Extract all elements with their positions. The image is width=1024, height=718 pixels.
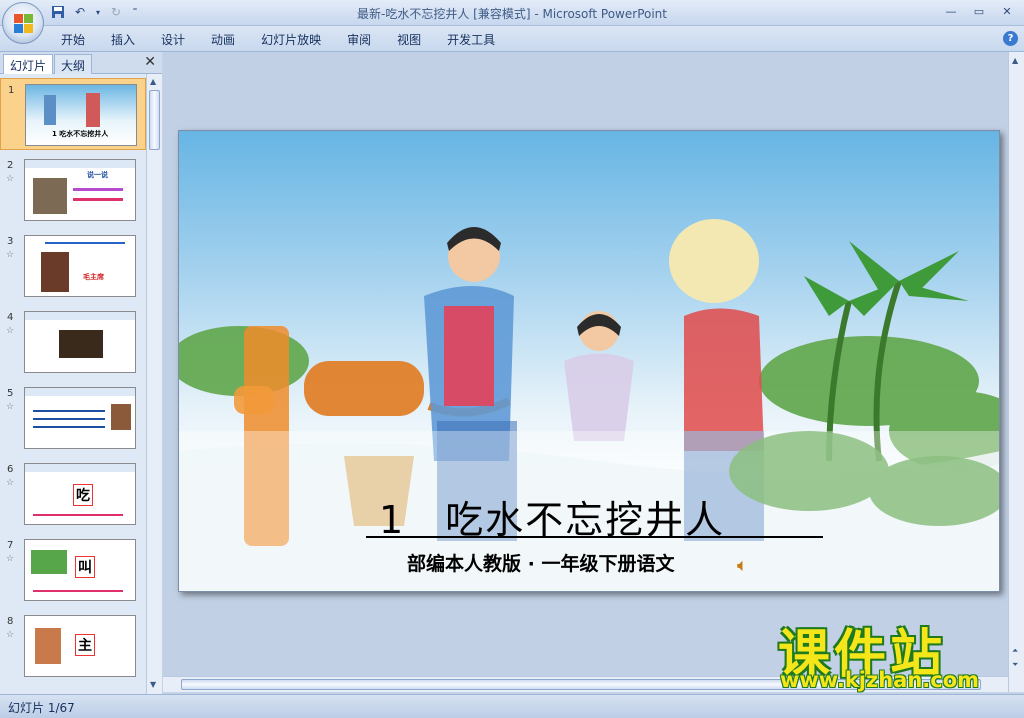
thumbnail-title: 主: [75, 634, 95, 656]
thumbnail-image: [24, 387, 136, 449]
slide-counter: 幻灯片 1/67: [8, 701, 75, 715]
animation-icon: ☆: [6, 630, 15, 640]
tab-slideshow[interactable]: 幻灯片放映: [248, 31, 334, 48]
maximize-icon[interactable]: ▭: [966, 2, 992, 20]
help-icon[interactable]: ?: [1003, 31, 1018, 46]
animation-icon: ☆: [6, 478, 15, 488]
thumbnail-list: 1 1 吃水不忘挖井人 2 ☆ 说一说 3 ☆ 毛主席 4 ☆ 5 ☆ 6 ☆ …: [0, 74, 146, 694]
tab-design[interactable]: 设计: [148, 31, 198, 48]
current-slide[interactable]: 1 吃水不忘挖井人 部编本人教版 · 一年级下册语文 🔈︎: [178, 130, 1000, 592]
minimize-icon[interactable]: —: [938, 2, 964, 20]
slide-subtitle[interactable]: 部编本人教版 · 一年级下册语文: [407, 549, 674, 576]
slide-number: 3: [7, 236, 14, 247]
speaker-icon[interactable]: 🔈︎: [737, 555, 748, 576]
slide-number: 5: [7, 388, 14, 399]
animation-icon: ☆: [6, 250, 15, 260]
animation-icon: ☆: [6, 554, 15, 564]
tab-slides[interactable]: 幻灯片: [3, 54, 54, 74]
tab-review[interactable]: 审阅: [334, 31, 384, 48]
tab-home[interactable]: 开始: [48, 31, 98, 48]
slide-number: 2: [7, 160, 14, 171]
slide-thumbnail[interactable]: 8 ☆ 主: [0, 610, 146, 682]
thumbnail-title: 叫: [75, 556, 95, 578]
tab-insert[interactable]: 插入: [98, 31, 148, 48]
watermark-url: www.kjzhan.com: [780, 668, 980, 692]
thumbnail-image: 毛主席: [24, 235, 136, 297]
animation-icon: ☆: [6, 402, 15, 412]
close-icon[interactable]: ✕: [144, 54, 156, 70]
thumbnail-scrollbar[interactable]: ▲ ▼: [146, 74, 162, 694]
scroll-up-icon[interactable]: ▲: [1012, 56, 1018, 65]
thumbnail-image: [24, 311, 136, 373]
animation-icon: ☆: [6, 326, 15, 336]
office-logo-icon: [14, 14, 34, 34]
slide-number: 6: [7, 464, 14, 475]
thumbnail-image: 说一说: [24, 159, 136, 221]
thumbnail-title: 毛主席: [83, 273, 104, 281]
slides-panel: 幻灯片 大纲 ✕ 1 1 吃水不忘挖井人 2 ☆ 说一说 3 ☆ 毛主席 4 ☆…: [0, 52, 162, 694]
ribbon: 开始 插入 设计 动画 幻灯片放映 审阅 视图 开发工具 ?: [0, 26, 1024, 52]
status-bar: 幻灯片 1/67: [0, 694, 1024, 718]
tab-animation[interactable]: 动画: [198, 31, 248, 48]
title-underline: [366, 536, 823, 538]
title-bar: ↶ ▾ ↻ ⁼ 最新-吃水不忘挖井人 [兼容模式] - Microsoft Po…: [0, 0, 1024, 26]
scroll-down-icon[interactable]: ▼: [150, 680, 156, 689]
scroll-up-icon[interactable]: ▲: [150, 77, 156, 86]
office-button[interactable]: [2, 2, 44, 44]
slide-thumbnail[interactable]: 1 1 吃水不忘挖井人: [0, 78, 146, 150]
slide-thumbnail[interactable]: 7 ☆ 叫: [0, 534, 146, 606]
tab-view[interactable]: 视图: [384, 31, 434, 48]
tab-outline[interactable]: 大纲: [54, 54, 93, 74]
slide-number: 1: [8, 85, 15, 96]
previous-slide-icon[interactable]: ⏶: [1012, 646, 1018, 656]
slide-number: 4: [7, 312, 14, 323]
slide-number: 7: [7, 540, 14, 551]
thumbnail-image: 叫: [24, 539, 136, 601]
close-icon[interactable]: ✕: [994, 2, 1020, 20]
slide-thumbnail[interactable]: 5 ☆: [0, 382, 146, 454]
window-controls: — ▭ ✕: [938, 2, 1020, 20]
slide-thumbnail[interactable]: 6 ☆ 吃: [0, 458, 146, 530]
thumbnail-image: 1 吃水不忘挖井人: [25, 84, 137, 146]
thumbnail-title: 吃: [73, 484, 93, 506]
vertical-scrollbar[interactable]: ▲ ⏶ ⏷: [1008, 52, 1024, 692]
ribbon-tabs: 开始 插入 设计 动画 幻灯片放映 审阅 视图 开发工具: [48, 31, 508, 48]
slide-number: 8: [7, 616, 14, 627]
thumbnail-title: 说一说: [87, 171, 108, 179]
thumbnail-title: 1 吃水不忘挖井人: [52, 130, 109, 138]
thumbnail-image: 主: [24, 615, 136, 677]
tab-developer[interactable]: 开发工具: [434, 31, 508, 48]
slide-thumbnail[interactable]: 2 ☆ 说一说: [0, 154, 146, 226]
slide-thumbnail[interactable]: 3 ☆ 毛主席: [0, 230, 146, 302]
next-slide-icon[interactable]: ⏷: [1012, 660, 1018, 670]
thumbnail-image: 吃: [24, 463, 136, 525]
window-title: 最新-吃水不忘挖井人 [兼容模式] - Microsoft PowerPoint: [357, 7, 667, 21]
scroll-thumb[interactable]: [149, 90, 160, 150]
animation-icon: ☆: [6, 174, 15, 184]
panel-tabs: 幻灯片 大纲 ✕: [0, 52, 162, 74]
slide-thumbnail[interactable]: 4 ☆: [0, 306, 146, 378]
